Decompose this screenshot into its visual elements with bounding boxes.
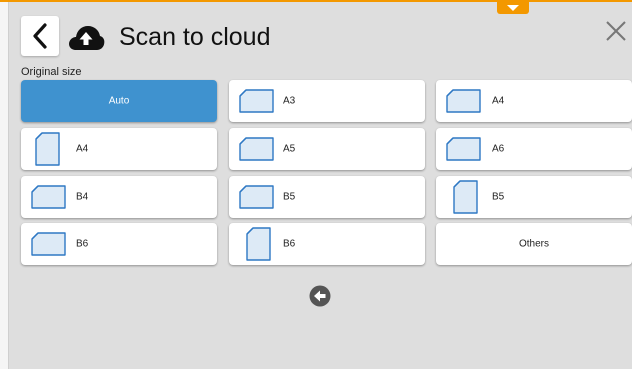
size-option-b4[interactable]: B4 — [21, 176, 217, 218]
size-option-label: A4 — [76, 143, 89, 155]
size-option-label: B5 — [492, 191, 505, 203]
chevron-down-icon — [507, 5, 519, 11]
pull-down-tab[interactable] — [497, 2, 529, 14]
size-option-label: A5 — [283, 143, 296, 155]
size-option-a6[interactable]: A6 — [436, 128, 632, 170]
landscape-page-icon — [239, 89, 274, 113]
close-icon — [606, 21, 626, 41]
close-button[interactable] — [601, 16, 631, 46]
size-option-b6-landscape[interactable]: B6 — [21, 223, 217, 265]
page-title: Scan to cloud — [119, 23, 271, 51]
landscape-page-icon — [446, 89, 481, 113]
size-option-a4-portrait[interactable]: A4 — [21, 128, 217, 170]
previous-page-icon[interactable] — [309, 285, 331, 307]
landscape-page-icon — [239, 185, 274, 209]
top-accent-line — [0, 0, 632, 2]
size-option-b6-portrait[interactable]: B6 — [229, 223, 425, 265]
size-option-label: B5 — [283, 191, 296, 203]
landscape-page-icon — [31, 185, 66, 209]
size-option-others[interactable]: Others — [436, 223, 632, 265]
size-option-auto[interactable]: Auto — [21, 80, 217, 122]
size-option-label: B6 — [283, 238, 296, 250]
left-panel-edge — [0, 2, 9, 369]
portrait-page-icon — [35, 132, 60, 166]
size-option-a3[interactable]: A3 — [229, 80, 425, 122]
size-option-label: B6 — [76, 238, 89, 250]
size-option-label: Auto — [108, 95, 130, 107]
size-option-label: A3 — [283, 95, 296, 107]
chevron-left-icon — [33, 23, 47, 49]
portrait-page-icon — [453, 180, 478, 214]
original-size-label: Original size — [21, 66, 82, 78]
size-option-label: A4 — [492, 95, 505, 107]
cloud-upload-icon — [69, 26, 105, 50]
landscape-page-icon — [446, 137, 481, 161]
original-size-grid: Auto A3 A4 A4 A5 A6 B4 B5 B5 B6 B6 Other… — [21, 80, 632, 266]
size-option-a4-landscape[interactable]: A4 — [436, 80, 632, 122]
back-button[interactable] — [21, 16, 59, 56]
landscape-page-icon — [239, 137, 274, 161]
portrait-page-icon — [246, 227, 271, 261]
size-option-label: Others — [518, 238, 549, 250]
size-option-label: A6 — [492, 143, 505, 155]
size-option-label: B4 — [76, 191, 89, 203]
size-option-a5[interactable]: A5 — [229, 128, 425, 170]
size-option-b5-portrait[interactable]: B5 — [436, 176, 632, 218]
landscape-page-icon — [31, 232, 66, 256]
size-option-b5-landscape[interactable]: B5 — [229, 176, 425, 218]
